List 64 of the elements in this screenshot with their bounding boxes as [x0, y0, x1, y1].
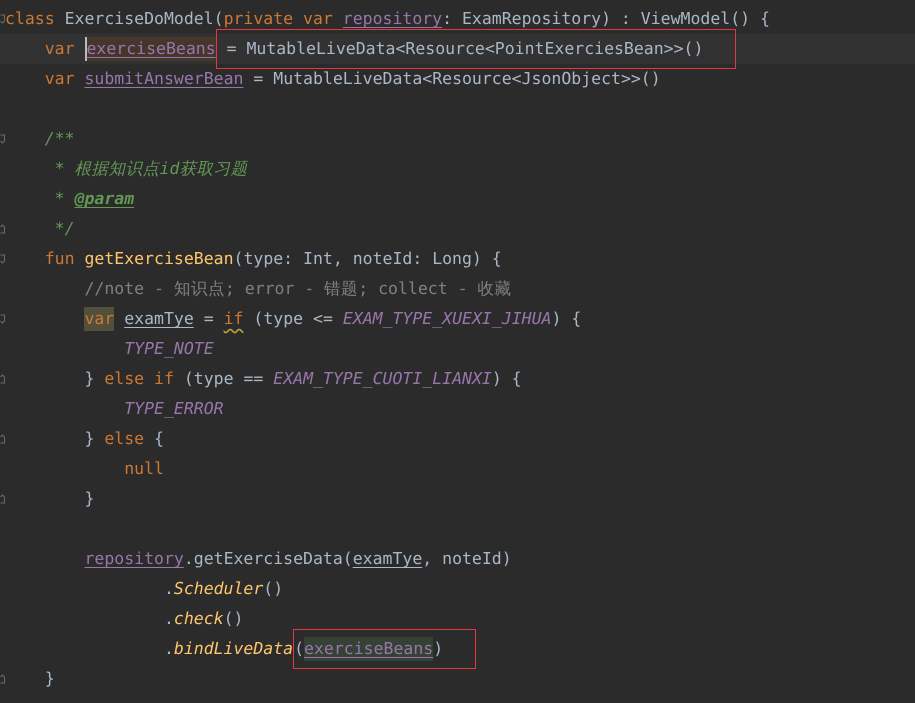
constant-name: EXAM_TYPE_CUOTI_LIANXI [273, 368, 492, 390]
fold-marker-icon[interactable] [0, 314, 5, 324]
code-text: = MutableLiveData<Resource<PointExerciesBean>>() [226, 38, 704, 60]
field-name: submitAnswerBean [84, 68, 244, 90]
method-call: check [174, 608, 224, 630]
field-name: repository [84, 548, 184, 570]
fold-marker-icon[interactable] [0, 674, 5, 684]
constant-name: TYPE_ERROR [124, 398, 224, 420]
keyword: var [44, 38, 75, 60]
method-call: Scheduler [174, 578, 264, 600]
code-text: ExerciseDoModel( [64, 8, 224, 30]
code-text: = [204, 308, 214, 330]
constant-name: EXAM_TYPE_XUEXI_JIHUA [342, 308, 552, 330]
code-text: } [84, 368, 94, 390]
code-text: , noteId) [422, 548, 512, 570]
keyword: var [84, 307, 114, 331]
code-text: = MutableLiveData<Resource<JsonObject>>() [253, 68, 661, 90]
code-text: } [44, 668, 55, 690]
field-name: repository [342, 8, 442, 30]
keyword: private var [224, 8, 333, 30]
variable-name: examTye [124, 308, 194, 330]
doc-comment: * [54, 188, 65, 210]
code-text: ) { [551, 308, 582, 330]
code-text: ) [433, 638, 444, 660]
code-text: } [84, 488, 94, 510]
code-text: : ExamRepository) : ViewModel() { [442, 8, 770, 30]
fold-marker-icon[interactable] [0, 494, 5, 504]
fold-marker-icon[interactable] [0, 224, 5, 234]
doc-comment: * 根据知识点id获取习题 [54, 158, 248, 180]
fold-marker-icon[interactable] [0, 14, 5, 24]
fold-marker-icon[interactable] [0, 254, 5, 264]
code-text: { [154, 428, 164, 450]
code-text: . [164, 638, 174, 660]
keyword: fun [44, 248, 75, 270]
keyword: class [5, 8, 55, 30]
code-text: () [263, 578, 284, 600]
code-text: (type == [184, 368, 264, 390]
doc-tag: @param [74, 187, 134, 211]
function-name: getExerciseBean [84, 248, 234, 270]
code-text: } [84, 428, 94, 450]
fold-marker-icon[interactable] [0, 434, 5, 444]
doc-comment: /** [44, 128, 75, 150]
keyword: else [104, 428, 144, 450]
code-text: ) { [492, 368, 522, 390]
code-text: (type: Int, noteId: Long) { [234, 248, 502, 270]
code-text: (type <= [253, 308, 333, 330]
method-call: bindLiveData [174, 638, 294, 660]
code-text: () [224, 608, 244, 630]
field-name: exerciseBeans [304, 637, 434, 661]
fold-marker-icon[interactable] [0, 374, 5, 384]
variable-name: examTye [352, 548, 422, 570]
code-text: ( [294, 638, 304, 660]
constant-name: TYPE_NOTE [124, 338, 214, 360]
fold-marker-icon[interactable] [0, 134, 5, 144]
field-name: exerciseBeans [86, 37, 216, 61]
keyword: var [44, 68, 75, 90]
code-text: . [164, 578, 174, 600]
code-text: . [164, 608, 174, 630]
keyword: if [224, 308, 244, 330]
doc-comment: */ [54, 218, 75, 240]
comment: //note - 知识点; error - 错题; collect - 收藏 [84, 278, 512, 300]
keyword: null [124, 458, 164, 480]
keyword: else if [104, 368, 174, 390]
code-text: .getExerciseData( [184, 548, 353, 570]
